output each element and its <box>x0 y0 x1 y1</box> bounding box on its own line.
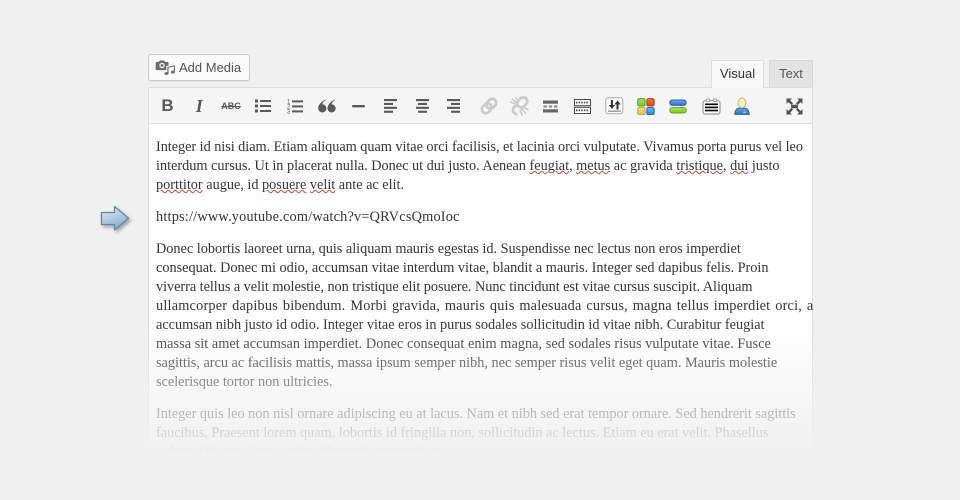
svg-text:3: 3 <box>287 109 291 113</box>
